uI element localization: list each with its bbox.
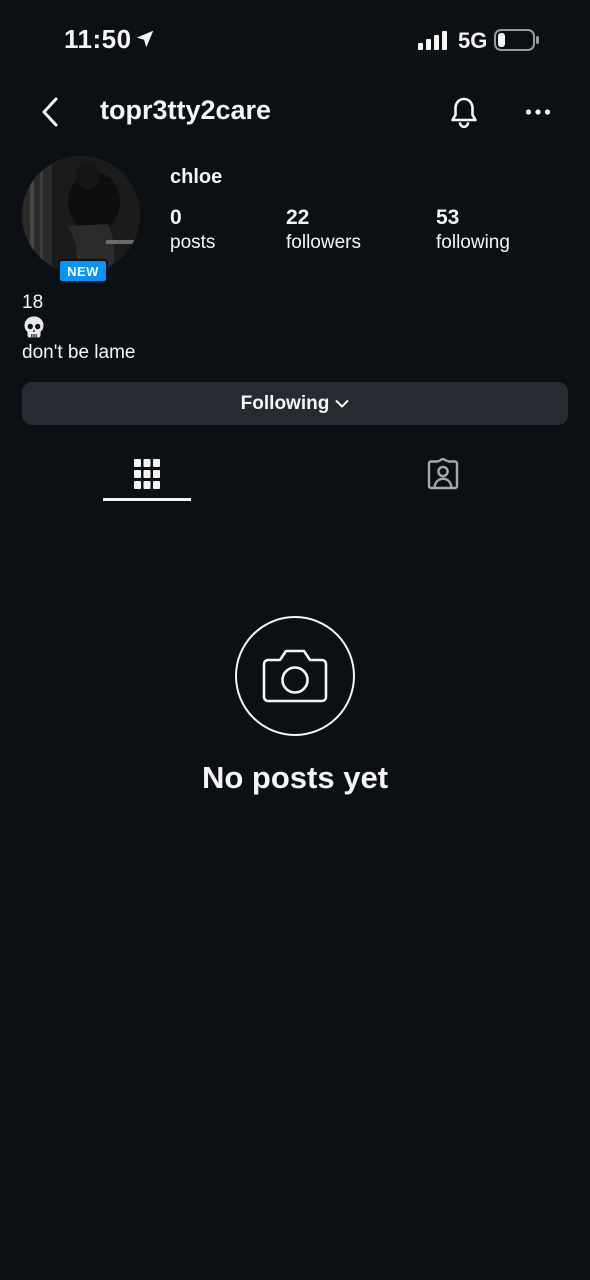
avatar[interactable] [22, 156, 140, 274]
avatar-photo [22, 156, 140, 274]
back-button[interactable] [30, 92, 70, 132]
stat-value: 53 [436, 206, 460, 229]
stat-posts: 0 posts [170, 206, 215, 256]
profile-username: topr3tty2care [100, 95, 272, 125]
more-dots-icon [525, 109, 551, 115]
empty-state-title: No posts yet [201, 760, 389, 795]
display-name: chloe [170, 166, 223, 188]
skull-icon [24, 316, 44, 338]
camera-icon [262, 649, 328, 703]
bio-line: don't be lame [22, 342, 136, 363]
chevron-down-icon [335, 399, 349, 407]
tab-tagged[interactable] [399, 446, 487, 502]
grid-icon [134, 459, 160, 489]
notifications-button[interactable] [442, 90, 486, 134]
bio: 18 don't be lame [22, 290, 135, 365]
network-label: 5G [458, 28, 488, 53]
stat-value: 22 [286, 206, 310, 229]
profile-header: topr3tty2care [0, 80, 590, 144]
new-badge: NEW [58, 259, 108, 283]
tab-posts-grid[interactable] [103, 446, 191, 502]
following-label: Following [240, 392, 330, 414]
empty-state-camera [235, 616, 355, 736]
bell-icon [451, 97, 477, 128]
back-arrow-icon [42, 97, 58, 127]
tab-active-indicator [103, 498, 191, 501]
signal-bars-icon [418, 31, 447, 50]
tagged-person-icon [427, 458, 459, 490]
location-arrow-icon [136, 30, 154, 48]
stat-label: following [436, 232, 510, 253]
stat-value: 0 [170, 206, 182, 229]
battery-icon [494, 29, 539, 51]
stat-label: posts [170, 232, 216, 253]
bio-line: 18 [22, 292, 44, 313]
status-time: 11:50 [64, 24, 132, 54]
following-button[interactable]: Following [22, 382, 568, 425]
stat-followers[interactable]: 22 followers [286, 206, 361, 256]
stat-following[interactable]: 53 following [436, 206, 510, 256]
status-bar: 11:50 5G [0, 0, 590, 80]
stat-label: followers [286, 232, 361, 253]
more-options-button[interactable] [516, 90, 560, 134]
